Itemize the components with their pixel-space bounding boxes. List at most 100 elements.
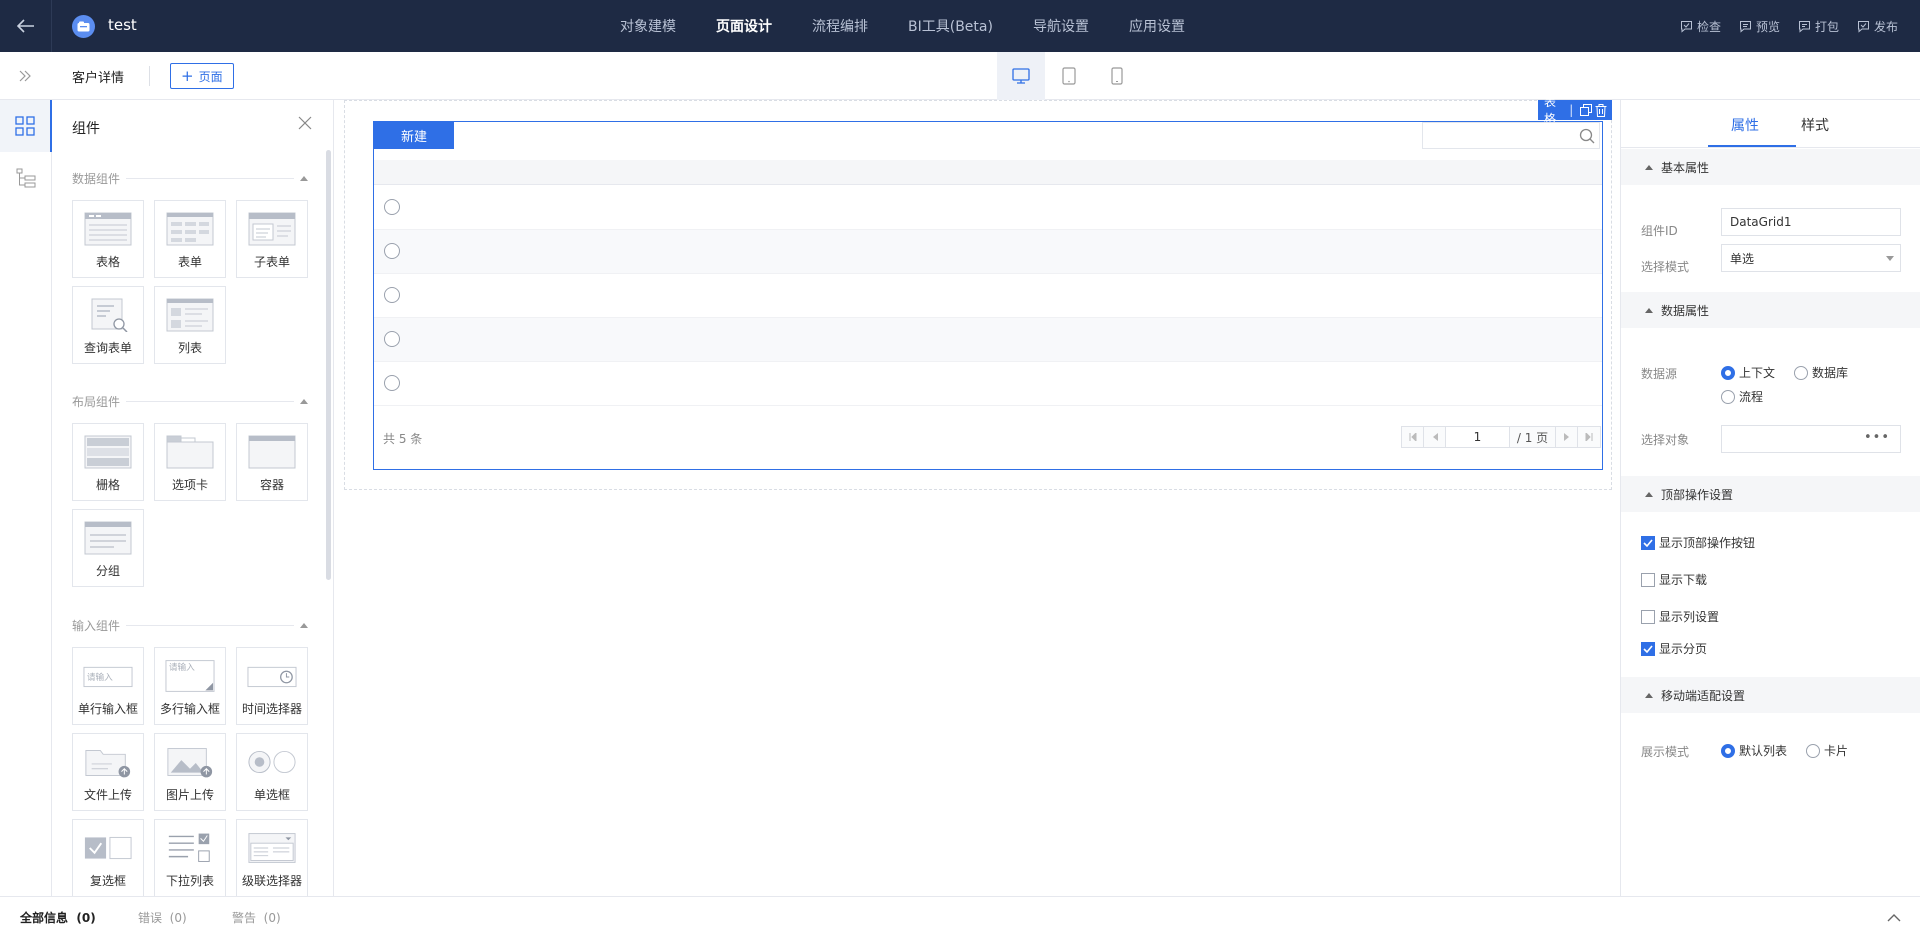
group-header-data[interactable]: 数据组件 xyxy=(72,170,308,186)
copy-icon[interactable] xyxy=(1579,102,1593,118)
tab-style[interactable]: 样式 xyxy=(1801,115,1829,135)
table-row[interactable] xyxy=(374,318,1602,362)
device-desktop[interactable] xyxy=(997,52,1045,100)
rail-components[interactable] xyxy=(0,100,52,152)
tab-properties[interactable]: 属性 xyxy=(1731,115,1759,135)
group-header-input[interactable]: 输入组件 xyxy=(72,617,308,633)
component-grid-layout[interactable]: 栅格 xyxy=(72,423,144,501)
nav-app-settings[interactable]: 应用设置 xyxy=(1129,16,1185,36)
component-query-form[interactable]: 查询表单 xyxy=(72,286,144,364)
row-radio[interactable] xyxy=(384,199,400,215)
checkbox-show-pagination[interactable]: 显示分页 xyxy=(1641,640,1707,657)
new-button[interactable]: 新建 xyxy=(374,122,454,149)
component-list[interactable]: 列表 xyxy=(154,286,226,364)
row-radio[interactable] xyxy=(384,243,400,259)
row-radio[interactable] xyxy=(384,287,400,303)
last-page-button[interactable] xyxy=(1578,427,1600,447)
component-subform[interactable]: 子表单 xyxy=(236,200,308,278)
display-mode-card[interactable]: 卡片 xyxy=(1806,742,1848,759)
row-radio[interactable] xyxy=(384,375,400,391)
publish-button[interactable]: 发布 xyxy=(1857,18,1898,35)
nav-navigation-settings[interactable]: 导航设置 xyxy=(1033,16,1089,36)
page-frame[interactable]: 表格 | 新建 共 5 条 1 / 1 页 xyxy=(344,95,1613,490)
section-mobile-adaptation[interactable]: 移动端适配设置 xyxy=(1621,677,1920,713)
table-row[interactable] xyxy=(374,362,1602,406)
component-container[interactable]: 容器 xyxy=(236,423,308,501)
tab-all-messages[interactable]: 全部信息 (0) xyxy=(20,909,96,926)
component-cascader[interactable]: 级联选择器 xyxy=(236,819,308,896)
input-hint: 请输入 xyxy=(169,661,195,673)
component-panel-scrollbar[interactable] xyxy=(326,150,331,580)
first-page-button[interactable] xyxy=(1402,427,1424,447)
device-mobile[interactable] xyxy=(1093,52,1141,100)
row-radio[interactable] xyxy=(384,331,400,347)
nav-process-orchestration[interactable]: 流程编排 xyxy=(812,16,868,36)
single-line-input-icon: 请输入 xyxy=(83,666,133,688)
group-header-layout[interactable]: 布局组件 xyxy=(72,393,308,409)
device-tablet[interactable] xyxy=(1045,52,1093,100)
component-radio[interactable]: 单选框 xyxy=(236,733,308,811)
option-label: 上下文 xyxy=(1739,366,1776,380)
tab-errors[interactable]: 错误 (0) xyxy=(138,909,187,926)
design-canvas[interactable]: 表格 | 新建 共 5 条 1 / 1 页 xyxy=(334,95,1620,896)
more-icon[interactable]: ••• xyxy=(1864,430,1890,445)
table-row[interactable] xyxy=(374,274,1602,318)
close-icon[interactable] xyxy=(296,114,314,132)
tab-warnings[interactable]: 警告 (0) xyxy=(232,909,281,926)
nav-bi-tool[interactable]: BI工具(Beta) xyxy=(908,16,993,36)
component-form[interactable]: 表单 xyxy=(154,200,226,278)
table-row[interactable] xyxy=(374,230,1602,274)
section-data-properties[interactable]: 数据属性 xyxy=(1621,292,1920,328)
section-title: 数据属性 xyxy=(1661,303,1710,318)
component-id-input[interactable]: DataGrid1 xyxy=(1721,208,1901,236)
component-checkbox[interactable]: 复选框 xyxy=(72,819,144,896)
cascader-icon xyxy=(248,833,296,863)
bottom-message-bar: 全部信息 (0) 错误 (0) 警告 (0) xyxy=(0,896,1920,937)
checkbox-show-download[interactable]: 显示下载 xyxy=(1641,571,1707,588)
nav-page-design[interactable]: 页面设计 xyxy=(716,16,772,36)
component-time-picker[interactable]: 时间选择器 xyxy=(236,647,308,725)
datasource-option-database[interactable]: 数据库 xyxy=(1794,364,1848,381)
expand-panel-icon[interactable] xyxy=(14,66,36,86)
add-page-button[interactable]: + 页面 xyxy=(170,63,234,89)
last-page-icon xyxy=(1585,433,1593,441)
component-multi-line-input[interactable]: 请输入 多行输入框 xyxy=(154,647,226,725)
component-group[interactable]: 分组 xyxy=(72,509,144,587)
back-button[interactable] xyxy=(0,0,52,52)
datasource-option-context[interactable]: 上下文 xyxy=(1721,364,1775,381)
check-button[interactable]: 检查 xyxy=(1680,18,1721,35)
nav-object-modeling[interactable]: 对象建模 xyxy=(620,16,676,36)
select-object-input[interactable]: ••• xyxy=(1721,425,1901,453)
collapse-caret-icon xyxy=(1645,692,1653,698)
datasource-option-process[interactable]: 流程 xyxy=(1721,388,1763,405)
grid-search-input[interactable] xyxy=(1422,122,1600,149)
preview-button[interactable]: 预览 xyxy=(1739,18,1780,35)
rail-outline-tree[interactable] xyxy=(0,152,52,204)
component-table[interactable]: 表格 xyxy=(72,200,144,278)
component-dropdown-list[interactable]: 下拉列表 xyxy=(154,819,226,896)
component-label: 容器 xyxy=(259,478,284,492)
section-basic-properties[interactable]: 基本属性 xyxy=(1621,149,1920,185)
page-number-input[interactable]: 1 xyxy=(1446,427,1510,447)
sub-bar: 客户详情 + 页面 xyxy=(0,52,1920,100)
table-row[interactable] xyxy=(374,186,1602,230)
chevron-up-icon[interactable] xyxy=(1886,910,1902,924)
display-mode-default-list[interactable]: 默认列表 xyxy=(1721,742,1787,759)
table-icon xyxy=(84,212,132,246)
group-icon xyxy=(84,521,132,555)
checkbox-show-top-buttons[interactable]: 显示顶部操作按钮 xyxy=(1641,534,1755,551)
component-single-line-input[interactable]: 请输入 单行输入框 xyxy=(72,647,144,725)
component-tabs[interactable]: 选项卡 xyxy=(154,423,226,501)
page-name[interactable]: 客户详情 xyxy=(72,67,124,86)
section-top-operations[interactable]: 顶部操作设置 xyxy=(1621,476,1920,512)
data-grid-component[interactable]: 表格 | 新建 共 5 条 1 / 1 页 xyxy=(373,95,1613,470)
select-mode-select[interactable]: 单选 xyxy=(1721,244,1901,272)
component-file-upload[interactable]: 文件上传 xyxy=(72,733,144,811)
checkbox-show-column-settings[interactable]: 显示列设置 xyxy=(1641,608,1719,625)
delete-icon[interactable] xyxy=(1594,102,1608,118)
component-image-upload[interactable]: 图片上传 xyxy=(154,733,226,811)
dropdown-list-icon xyxy=(168,833,210,862)
next-page-button[interactable] xyxy=(1556,427,1578,447)
package-button[interactable]: 打包 xyxy=(1798,18,1839,35)
prev-page-button[interactable] xyxy=(1424,427,1446,447)
